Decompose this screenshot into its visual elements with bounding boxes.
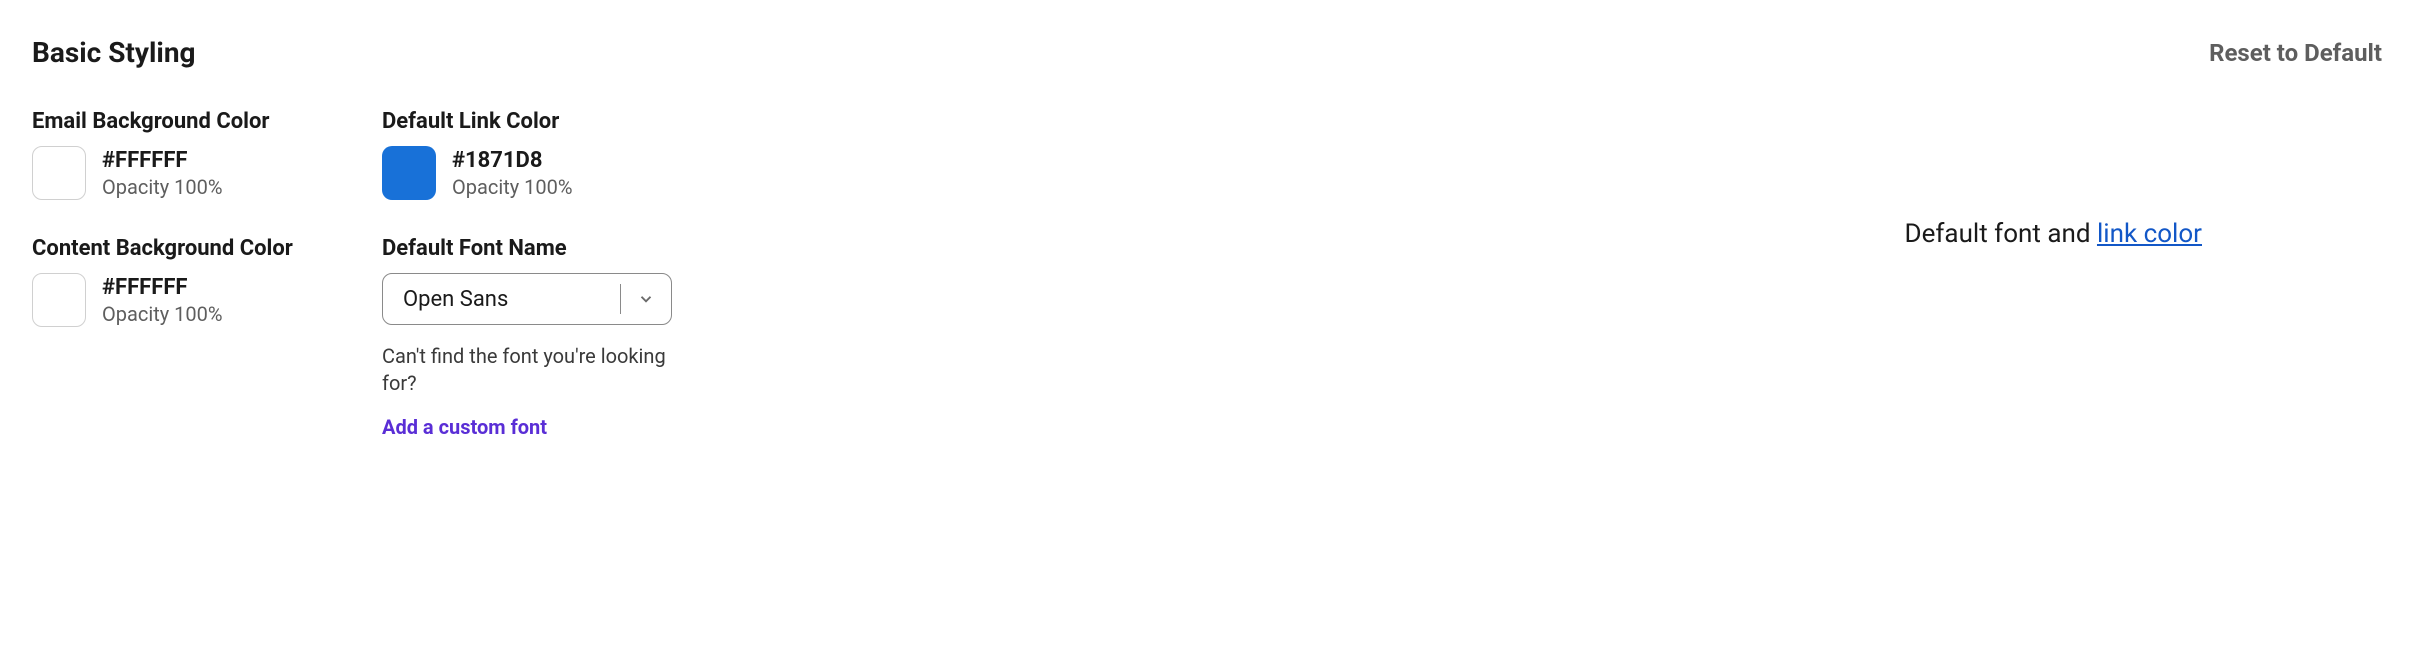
default-font-name-field: Default Font Name Open Sans Can't find t…: [382, 236, 762, 439]
preview-area: Default font and link color: [1905, 109, 2382, 249]
color-row: #FFFFFF Opacity 100%: [32, 273, 382, 327]
header-row: Basic Styling Reset to Default: [32, 36, 2382, 69]
color-hex-value: #FFFFFF: [102, 148, 223, 173]
color-hex-value: #FFFFFF: [102, 275, 223, 300]
color-hex-value: #1871D8: [452, 148, 573, 173]
main-area: Email Background Color #FFFFFF Opacity 1…: [32, 109, 2382, 439]
select-value: Open Sans: [383, 287, 620, 312]
font-helper-text: Can't find the font you're looking for?: [382, 343, 672, 397]
preview-link[interactable]: link color: [2097, 219, 2202, 249]
chevron-down-icon: [621, 290, 671, 308]
color-text: #FFFFFF Opacity 100%: [102, 275, 223, 326]
preview-text: Default font and: [1905, 219, 2097, 249]
color-text: #1871D8 Opacity 100%: [452, 148, 573, 199]
color-row: #FFFFFF Opacity 100%: [32, 146, 382, 200]
email-background-color-field: Email Background Color #FFFFFF Opacity 1…: [32, 109, 382, 200]
color-row: #1871D8 Opacity 100%: [382, 146, 762, 200]
field-label: Default Font Name: [382, 236, 762, 261]
default-link-color-field: Default Link Color #1871D8 Opacity 100%: [382, 109, 762, 200]
field-label: Default Link Color: [382, 109, 762, 134]
settings-grid: Email Background Color #FFFFFF Opacity 1…: [32, 109, 762, 439]
field-label: Email Background Color: [32, 109, 382, 134]
section-title: Basic Styling: [32, 36, 196, 69]
add-custom-font-link[interactable]: Add a custom font: [382, 415, 762, 439]
link-color-swatch[interactable]: [382, 146, 436, 200]
field-label: Content Background Color: [32, 236, 382, 261]
reset-to-default-button[interactable]: Reset to Default: [2209, 39, 2382, 67]
content-background-color-field: Content Background Color #FFFFFF Opacity…: [32, 236, 382, 439]
email-bg-swatch[interactable]: [32, 146, 86, 200]
content-bg-swatch[interactable]: [32, 273, 86, 327]
color-opacity-value: Opacity 100%: [102, 175, 223, 199]
font-name-select[interactable]: Open Sans: [382, 273, 672, 325]
color-opacity-value: Opacity 100%: [102, 302, 223, 326]
color-opacity-value: Opacity 100%: [452, 175, 573, 199]
color-text: #FFFFFF Opacity 100%: [102, 148, 223, 199]
